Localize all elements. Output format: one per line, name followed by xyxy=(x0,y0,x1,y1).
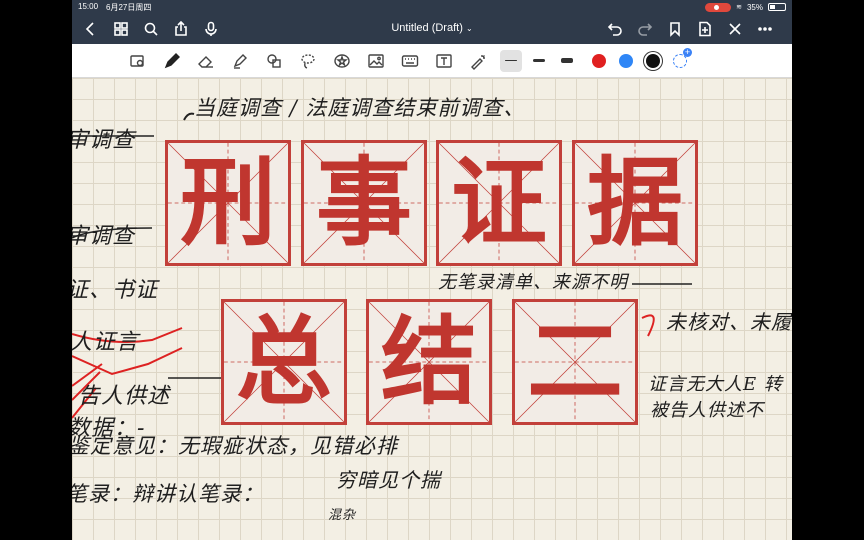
note-line-8: 告人供述 xyxy=(78,384,171,409)
title-tile: 据 xyxy=(572,140,698,266)
document-title: Untitled (Draft) xyxy=(391,22,463,34)
title-tile: 证 xyxy=(436,140,562,266)
lasso-icon[interactable] xyxy=(296,49,320,73)
laser-pointer-icon[interactable] xyxy=(466,49,490,73)
screen-recording-icon xyxy=(705,2,732,12)
highlighter-icon[interactable] xyxy=(228,49,252,73)
pen-icon[interactable] xyxy=(160,49,184,73)
status-bar: 15:00 6月27日周四 ≋ 35% xyxy=(72,0,792,14)
image-icon[interactable] xyxy=(364,49,388,73)
note-line-15: 混杂 xyxy=(328,508,357,523)
note-line-9: 证言无大人E 转 xyxy=(648,374,783,395)
shapes-icon[interactable] xyxy=(262,49,286,73)
note-line-13: 笔录：辩讲认笔录： xyxy=(72,482,264,506)
keyboard-icon[interactable] xyxy=(398,49,422,73)
note-line-4: 证、书证 xyxy=(72,278,159,303)
navigation-bar: Untitled (Draft) ⌄ xyxy=(72,14,792,44)
note-line-11: 被告人供述不 xyxy=(650,400,764,421)
color-swatch-red[interactable] xyxy=(592,53,606,68)
title-character: 事 xyxy=(316,147,412,259)
document-title-dropdown[interactable]: Untitled (Draft) ⌄ xyxy=(72,22,792,34)
chevron-down-icon: ⌄ xyxy=(465,24,473,33)
note-line-2: 审调查 xyxy=(72,128,136,153)
zoom-lasso-icon[interactable] xyxy=(126,49,150,73)
redo-icon[interactable] xyxy=(634,18,656,40)
title-character: 二 xyxy=(527,306,623,418)
note-line-5: 无笔录清单、来源不明 xyxy=(438,272,628,293)
status-time: 15:00 xyxy=(78,1,99,11)
elements-star-icon[interactable] xyxy=(330,49,354,73)
title-character: 刑 xyxy=(180,147,276,259)
drawing-toolbar xyxy=(72,44,792,78)
note-line-3: 审调查 xyxy=(72,224,136,249)
wifi-icon: ≋ xyxy=(736,4,742,11)
stroke-width-medium[interactable] xyxy=(528,50,550,72)
note-line-7: 未核对、未履 xyxy=(666,310,792,334)
note-line-14: 穷暗见个揣 xyxy=(336,468,441,492)
title-tile: 事 xyxy=(301,140,427,266)
note-line-12: 鉴定意见：无瑕疵状态，见错必排 xyxy=(72,434,398,458)
title-tile: 二 xyxy=(512,299,638,425)
title-tile: 刑 xyxy=(165,140,291,266)
stroke-width-thin[interactable] xyxy=(500,49,522,72)
title-tile: 总 xyxy=(221,299,347,425)
battery-icon xyxy=(768,3,786,11)
stroke-width-thick[interactable] xyxy=(556,50,578,72)
title-character: 结 xyxy=(381,306,477,418)
note-line-6: 人证言 xyxy=(72,330,140,355)
note-line-1: 当庭调查 / 法庭调查结束前调查、 xyxy=(194,96,526,120)
color-swatch-blue[interactable] xyxy=(619,53,633,68)
tablet-screen: 15:00 6月27日周四 ≋ 35% Untitled (Draft) ⌄ +… xyxy=(72,0,792,540)
status-date: 6月27日周四 xyxy=(106,2,152,12)
title-tile: 结 xyxy=(366,299,492,425)
text-box-icon[interactable] xyxy=(432,49,456,73)
note-page[interactable]: 当庭调查 / 法庭调查结束前调查、 审调查 审调查 证、书证 无笔录清单、来源不… xyxy=(72,78,792,540)
battery-percent: 35% xyxy=(746,2,763,12)
title-character: 总 xyxy=(236,306,332,418)
title-character: 据 xyxy=(587,147,683,259)
eraser-icon[interactable] xyxy=(194,49,218,73)
add-color-icon[interactable] xyxy=(673,47,692,68)
title-character: 证 xyxy=(451,147,547,259)
color-swatch-black[interactable] xyxy=(646,53,660,68)
